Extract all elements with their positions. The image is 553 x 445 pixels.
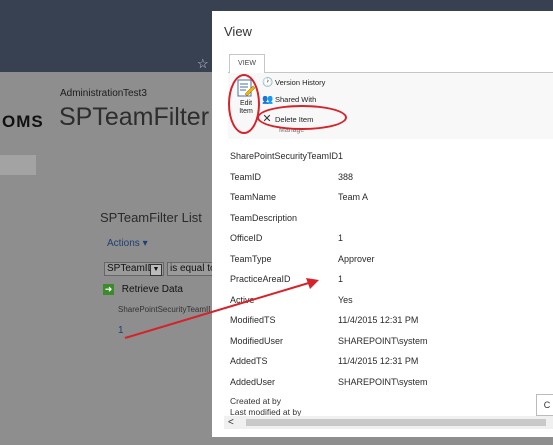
tab-view[interactable]: VIEW (229, 54, 265, 73)
annotation-arrow (124, 278, 319, 339)
